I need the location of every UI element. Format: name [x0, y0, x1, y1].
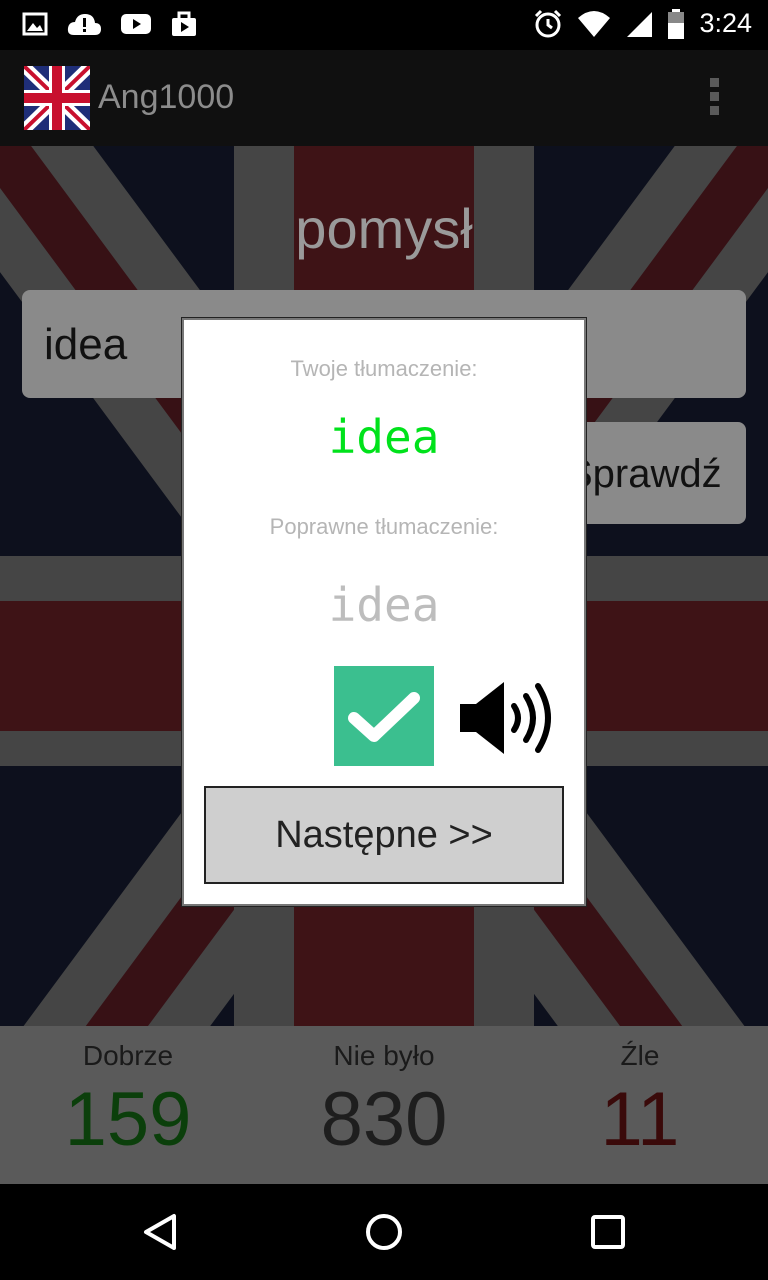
stat-bad: Źle 11 — [512, 1026, 768, 1184]
battery-icon — [668, 8, 685, 39]
stat-unseen: Nie było 830 — [256, 1026, 512, 1184]
stat-bad-label: Źle — [620, 1040, 660, 1071]
next-button[interactable]: Następne >> — [204, 786, 564, 884]
wifi-icon — [578, 10, 611, 37]
correct-translation: idea — [328, 578, 440, 632]
recents-icon[interactable] — [590, 1214, 626, 1250]
check-button-label: Sprawdź — [566, 452, 722, 496]
app-bar: Ang1000 — [0, 50, 768, 146]
notification-icons — [22, 10, 198, 38]
cloud-alert-icon — [67, 14, 101, 35]
signal-icon — [627, 11, 653, 37]
back-icon[interactable] — [140, 1212, 180, 1252]
your-translation-label: Twoje tłumaczenie: — [290, 356, 478, 381]
answer-input-value: idea — [44, 320, 128, 369]
uk-flag-icon — [24, 66, 90, 130]
result-dialog: Twoje tłumaczenie: idea Poprawne tłumacz… — [182, 318, 586, 906]
system-icons: 3:24 — [533, 8, 752, 39]
overflow-menu-icon[interactable] — [710, 78, 722, 120]
checkmark-icon — [334, 666, 434, 766]
stats-bar: Dobrze 159 Nie było 830 Źle 11 — [0, 1026, 768, 1184]
next-button-label: Następne >> — [275, 814, 493, 856]
youtube-icon — [121, 14, 151, 34]
question-word: pomysł — [295, 197, 473, 260]
speaker-icon[interactable] — [458, 678, 556, 758]
image-icon — [22, 12, 48, 36]
stat-good: Dobrze 159 — [0, 1026, 256, 1184]
status-bar: 3:24 — [0, 0, 768, 50]
navigation-bar — [0, 1184, 768, 1280]
clock: 3:24 — [699, 8, 752, 38]
stat-bad-value: 11 — [600, 1077, 680, 1162]
stat-unseen-value: 830 — [320, 1077, 448, 1162]
check-button[interactable]: Sprawdź — [560, 422, 746, 524]
bag-icon — [172, 11, 196, 36]
app-title: Ang1000 — [98, 78, 235, 116]
alarm-icon — [535, 9, 562, 37]
home-icon[interactable] — [364, 1212, 404, 1252]
stat-good-label: Dobrze — [82, 1040, 174, 1071]
stat-good-value: 159 — [64, 1077, 192, 1162]
your-translation: idea — [328, 410, 440, 464]
correct-translation-label: Poprawne tłumaczenie: — [269, 514, 499, 539]
screen: 3:24 Ang1000 pomysł idea Sprawdź Dobrze … — [0, 0, 768, 1280]
stat-unseen-label: Nie było — [333, 1040, 435, 1071]
